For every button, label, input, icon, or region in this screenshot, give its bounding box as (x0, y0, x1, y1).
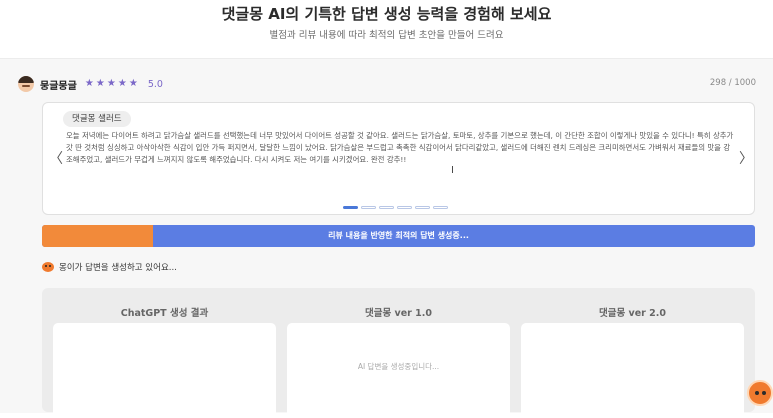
generation-progress-bar: 리뷰 내용을 반영한 최적의 답변 생성중... (42, 225, 755, 247)
status-row: 몽이가 답변을 생성하고 있어요... (42, 261, 177, 273)
rating-stars: ★ ★ ★ ★ ★ (85, 79, 139, 89)
progress-label: 리뷰 내용을 반영한 최적의 답변 생성중... (328, 231, 469, 240)
star-icon: ★ (128, 78, 138, 89)
carousel-dot[interactable] (433, 206, 448, 209)
menu-chip: 댓글몽 샐러드 (63, 111, 131, 127)
text-cursor-icon: I (451, 165, 454, 176)
result-box (53, 323, 276, 418)
review-header: 뭉글뭉글 ★ ★ ★ ★ ★ 5.0 (18, 75, 163, 93)
carousel-dot[interactable] (361, 206, 376, 209)
star-icon: ★ (84, 78, 94, 89)
result-column-title: 댓글몽 ver 2.0 (599, 308, 666, 319)
result-column-title: ChatGPT 생성 결과 (120, 308, 209, 319)
review-card: 댓글몽 샐러드 오늘 저녁에는 다이어트 하려고 닭가슴살 샐러드를 선택했는데… (42, 102, 755, 215)
carousel-dots (343, 206, 448, 209)
carousel-prev-button[interactable]: 〈 (49, 148, 63, 168)
page-title: 댓글몽 AI의 기특한 답변 생성 능력을 경험해 보세요 (221, 5, 552, 23)
review-username: 뭉글뭉글 (40, 80, 77, 92)
carousel-dot[interactable] (343, 206, 358, 209)
carousel-next-button[interactable]: 〉 (739, 148, 753, 168)
mascot-icon (42, 262, 54, 272)
carousel-dot[interactable] (397, 206, 412, 209)
carousel-dot[interactable] (415, 206, 430, 209)
char-count: 298 / 1000 (709, 78, 756, 88)
star-icon: ★ (117, 78, 127, 89)
result-placeholder: AI 답변을 생성중입니다... (357, 362, 440, 371)
result-column-title: 댓글몽 ver 1.0 (365, 308, 432, 319)
review-text: 오늘 저녁에는 다이어트 하려고 닭가슴살 샐러드를 선택했는데 너무 맛있어서… (66, 131, 734, 165)
page-subtitle: 별점과 리뷰 내용에 따라 최적의 답변 초안을 만들어 드려요 (269, 30, 504, 41)
user-avatar-icon (18, 76, 34, 92)
results-panel: ChatGPT 생성 결과 댓글몽 ver 1.0 AI 답변을 생성중입니다.… (42, 288, 755, 418)
carousel-dot[interactable] (379, 206, 394, 209)
star-icon: ★ (95, 78, 105, 89)
result-box (521, 323, 744, 418)
rating-value: 5.0 (147, 78, 163, 90)
status-text: 몽이가 답변을 생성하고 있어요... (59, 263, 177, 273)
chat-mascot-icon[interactable] (747, 380, 773, 406)
hero-header: 댓글몽 AI의 기특한 답변 생성 능력을 경험해 보세요 별점과 리뷰 내용에… (0, 0, 773, 58)
result-box: AI 답변을 생성중입니다... (287, 323, 510, 418)
star-icon: ★ (106, 78, 116, 89)
